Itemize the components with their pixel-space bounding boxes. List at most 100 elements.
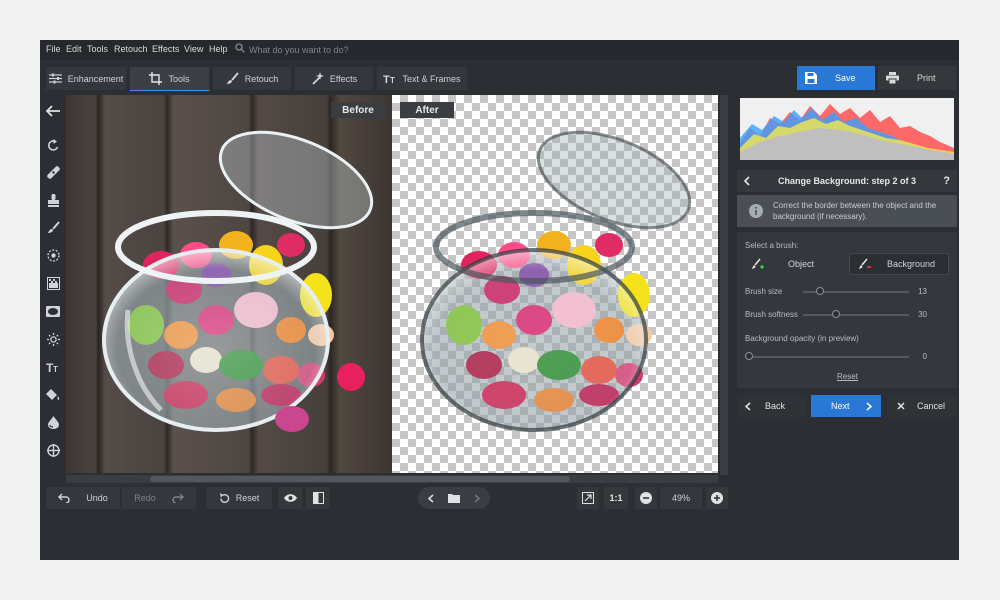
healing-icon[interactable] — [44, 163, 62, 181]
vertical-scrollbar[interactable] — [720, 95, 728, 475]
menu-view[interactable]: View — [184, 44, 203, 54]
back-arrow-icon[interactable] — [44, 102, 62, 120]
cancel-label: Cancel — [917, 401, 946, 411]
reset-link[interactable]: Reset — [837, 372, 858, 381]
info-text: Correct the border between the object an… — [773, 201, 937, 221]
search-box[interactable]: What do you want to do? — [235, 43, 349, 55]
object-label: Object — [788, 259, 815, 269]
zoom-level[interactable]: 49% — [660, 487, 702, 509]
bg-opacity-slider[interactable] — [745, 352, 909, 360]
brush-softness-value: 30 — [918, 310, 927, 319]
tab-enhancement[interactable]: Enhancement — [45, 66, 127, 91]
save-button[interactable]: Save — [797, 66, 875, 90]
brush-size-slider[interactable] — [803, 287, 909, 295]
image-canvas[interactable]: Before After — [66, 95, 718, 475]
rotate-icon[interactable] — [44, 136, 62, 154]
left-toolbar: TT — [40, 95, 65, 475]
brush-softness-slider[interactable] — [803, 310, 909, 318]
menu-retouch[interactable]: Retouch — [114, 44, 148, 54]
background-brush-icon — [858, 258, 871, 270]
menu-edit[interactable]: Edit — [66, 44, 82, 54]
stamp-icon[interactable] — [44, 191, 62, 209]
replace-color-icon[interactable] — [44, 413, 62, 431]
text-icon[interactable]: TT — [44, 358, 62, 376]
reset-icon — [219, 492, 230, 504]
next-button[interactable]: Next — [811, 395, 881, 417]
before-label: Before — [331, 102, 385, 118]
tab-text-frames-label: Text & Frames — [402, 73, 461, 84]
brush-icon[interactable] — [44, 218, 62, 236]
next-label: Next — [831, 401, 850, 411]
undo-label: Undo — [86, 493, 108, 503]
reset-label: Reset — [235, 493, 260, 503]
menu-bar: File Edit Tools Retouch Effects View Hel… — [40, 40, 959, 60]
step-back-icon[interactable] — [744, 176, 750, 186]
minus-icon — [640, 492, 652, 504]
after-image — [392, 95, 718, 473]
folder-icon[interactable] — [448, 493, 460, 503]
crop-icon — [149, 72, 163, 85]
back-button[interactable]: Back — [737, 395, 807, 417]
info-box: Correct the border between the object an… — [737, 195, 957, 227]
focus-icon[interactable] — [44, 246, 62, 264]
bg-opacity-knob[interactable] — [745, 352, 753, 360]
gradient-icon[interactable] — [44, 274, 62, 292]
zoom-out-button[interactable] — [635, 487, 657, 509]
file-navigation — [418, 487, 490, 509]
fit-icon — [582, 492, 594, 504]
actual-size-button[interactable]: 1:1 — [604, 487, 628, 509]
redo-label: Redo — [134, 493, 156, 503]
undo-button[interactable]: Undo — [46, 487, 120, 509]
preview-eye-button[interactable] — [278, 487, 302, 509]
back-chevron-icon — [745, 401, 751, 411]
redo-button[interactable]: Redo — [122, 487, 196, 509]
undo-icon — [58, 493, 70, 503]
reset-button[interactable]: Reset — [206, 487, 272, 509]
menu-effects[interactable]: Effects — [152, 44, 179, 54]
tab-tools[interactable]: Tools — [129, 66, 210, 91]
save-label: Save — [835, 73, 856, 83]
svg-text:T: T — [53, 365, 58, 373]
brush-size-value: 13 — [918, 287, 927, 296]
tab-text-frames[interactable]: TT Text & Frames — [376, 66, 468, 91]
svg-text:T: T — [390, 76, 395, 84]
previous-file-icon[interactable] — [428, 493, 434, 503]
brush-size-knob[interactable] — [815, 287, 824, 295]
brush-softness-label: Brush softness — [745, 310, 798, 319]
zoom-in-button[interactable] — [706, 487, 728, 509]
close-icon — [897, 402, 905, 410]
floppy-icon — [805, 72, 817, 84]
next-file-icon[interactable] — [474, 493, 480, 503]
info-icon — [749, 204, 763, 218]
cancel-button[interactable]: Cancel — [887, 395, 957, 417]
tab-effects[interactable]: Effects — [294, 66, 374, 91]
horizontal-scrollbar[interactable] — [66, 475, 718, 483]
tab-retouch[interactable]: Retouch — [212, 66, 292, 91]
tab-tools-label: Tools — [168, 73, 190, 84]
fit-to-window-button[interactable] — [577, 487, 599, 509]
print-button[interactable]: Print — [878, 66, 956, 90]
eye-icon — [283, 494, 297, 502]
brush-size-label: Brush size — [745, 287, 783, 296]
object-brush-button[interactable]: Object — [741, 253, 845, 275]
menu-tools[interactable]: Tools — [87, 44, 108, 54]
help-icon[interactable]: ? — [943, 175, 950, 187]
bottom-bar: Undo Redo Reset 1:1 49% — [40, 487, 959, 517]
vignette-icon[interactable] — [44, 302, 62, 320]
menu-help[interactable]: Help — [209, 44, 228, 54]
tab-retouch-label: Retouch — [244, 73, 279, 84]
compare-icon — [312, 492, 324, 504]
brightness-icon[interactable] — [44, 330, 62, 348]
scrollbar-thumb[interactable] — [150, 476, 570, 482]
menu-file[interactable]: File — [46, 44, 61, 54]
compare-button[interactable] — [306, 487, 330, 509]
after-label: After — [400, 102, 454, 118]
background-brush-button[interactable]: Background — [849, 253, 949, 275]
before-image — [66, 95, 392, 473]
target-icon[interactable] — [44, 441, 62, 459]
print-label: Print — [917, 73, 936, 83]
brush-softness-knob[interactable] — [832, 310, 841, 318]
search-icon — [235, 43, 249, 53]
search-placeholder: What do you want to do? — [249, 45, 349, 55]
fill-icon[interactable] — [44, 386, 62, 404]
